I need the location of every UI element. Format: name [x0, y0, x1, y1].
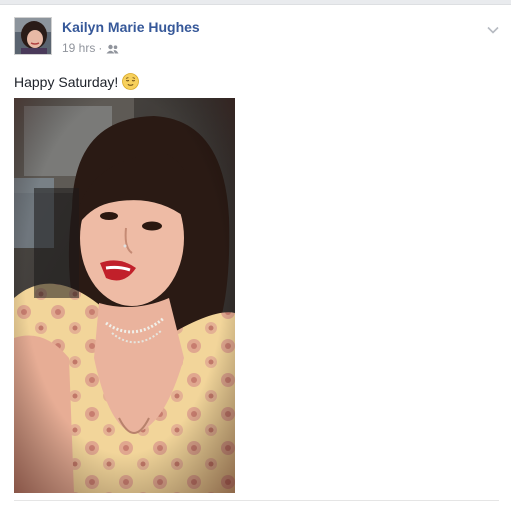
friends-icon[interactable]	[106, 43, 119, 54]
status-text: Happy Saturday!	[14, 73, 119, 90]
relieved-face-emoji-icon	[122, 73, 140, 90]
post-card: Kailyn Marie Hughes 19 hrs · Happy Satur…	[0, 4, 511, 505]
author-avatar[interactable]	[14, 17, 52, 55]
post-photo[interactable]	[14, 98, 235, 493]
author-name-link[interactable]: Kailyn Marie Hughes	[62, 19, 200, 35]
post-menu-chevron-down-icon[interactable]	[487, 21, 499, 34]
avatar-image	[15, 18, 51, 54]
selfie-image	[14, 98, 235, 493]
status-message: Happy Saturday!	[14, 73, 140, 90]
card-divider	[14, 500, 499, 501]
meta-separator: ·	[98, 41, 103, 55]
post-meta: 19 hrs ·	[62, 41, 119, 55]
post-timestamp[interactable]: 19 hrs	[62, 41, 95, 55]
